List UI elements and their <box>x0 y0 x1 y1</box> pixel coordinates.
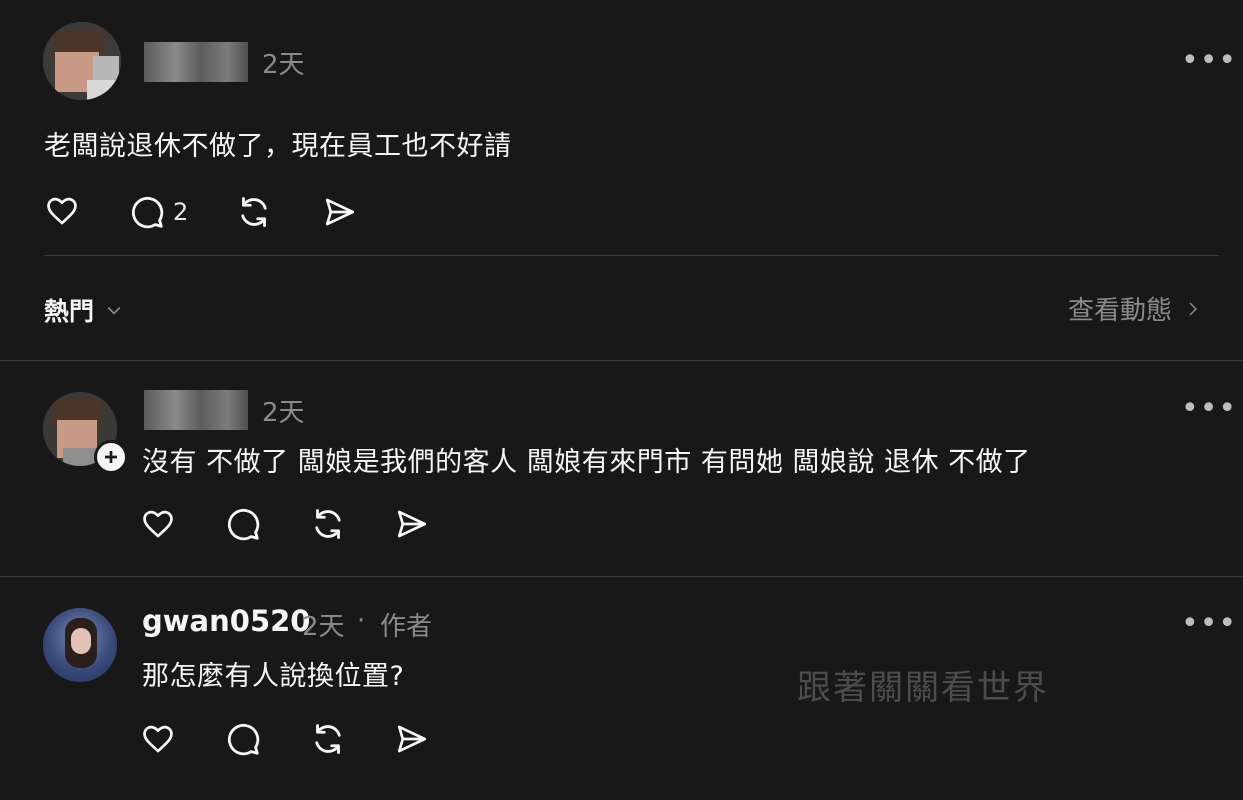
like-icon[interactable] <box>140 722 176 756</box>
author-badge: 作者 <box>380 612 433 642</box>
reply-icon[interactable] <box>225 721 261 757</box>
post-text: 老闆說退休不做了，現在員工也不好請 <box>44 131 512 162</box>
share-icon[interactable] <box>322 195 358 229</box>
sort-label: 熱門 <box>44 297 95 326</box>
chevron-right-icon <box>1184 298 1202 320</box>
like-icon[interactable] <box>140 507 176 541</box>
follow-plus-icon[interactable] <box>94 440 128 474</box>
author-comment-text: 那怎麼有人說換位置? <box>142 661 405 692</box>
author-comment-more-icon[interactable]: ••• <box>1181 609 1237 639</box>
comment-author-name-redacted[interactable] <box>144 390 248 430</box>
author-avatar[interactable] <box>43 608 117 682</box>
like-icon[interactable] <box>44 194 80 228</box>
post-divider <box>44 255 1219 256</box>
post-timestamp: 2天 <box>262 50 305 80</box>
comment-timestamp: 2天 <box>262 398 305 428</box>
share-icon[interactable] <box>394 507 430 541</box>
meta-separator: · <box>357 606 366 636</box>
author-comment-timestamp: 2天 <box>302 612 345 642</box>
repost-icon[interactable] <box>236 194 272 230</box>
watermark: 跟著關關看世界 <box>797 668 1049 708</box>
reply-icon[interactable] <box>129 194 165 230</box>
post-more-icon[interactable]: ••• <box>1181 46 1237 76</box>
repost-icon[interactable] <box>310 506 346 542</box>
chevron-down-icon <box>104 300 124 320</box>
post-author-avatar[interactable] <box>43 22 121 100</box>
view-activity-label: 查看動態 <box>1068 296 1173 326</box>
view-activity-link[interactable]: 查看動態 <box>1068 290 1202 327</box>
section-divider <box>0 360 1243 361</box>
repost-icon[interactable] <box>310 721 346 757</box>
comment-text: 沒有 不做了 闆娘是我們的客人 闆娘有來門市 有問她 闆娘說 退休 不做了 <box>142 447 1031 478</box>
post-author-name-redacted[interactable] <box>144 42 248 82</box>
reply-icon[interactable] <box>225 506 261 542</box>
share-icon[interactable] <box>394 722 430 756</box>
sort-dropdown[interactable]: 熱門 <box>44 292 124 328</box>
comment-more-icon[interactable]: ••• <box>1181 394 1237 424</box>
reply-count: 2 <box>173 198 189 226</box>
comment-divider <box>0 576 1243 577</box>
author-username[interactable]: gwan0520 <box>142 604 310 638</box>
